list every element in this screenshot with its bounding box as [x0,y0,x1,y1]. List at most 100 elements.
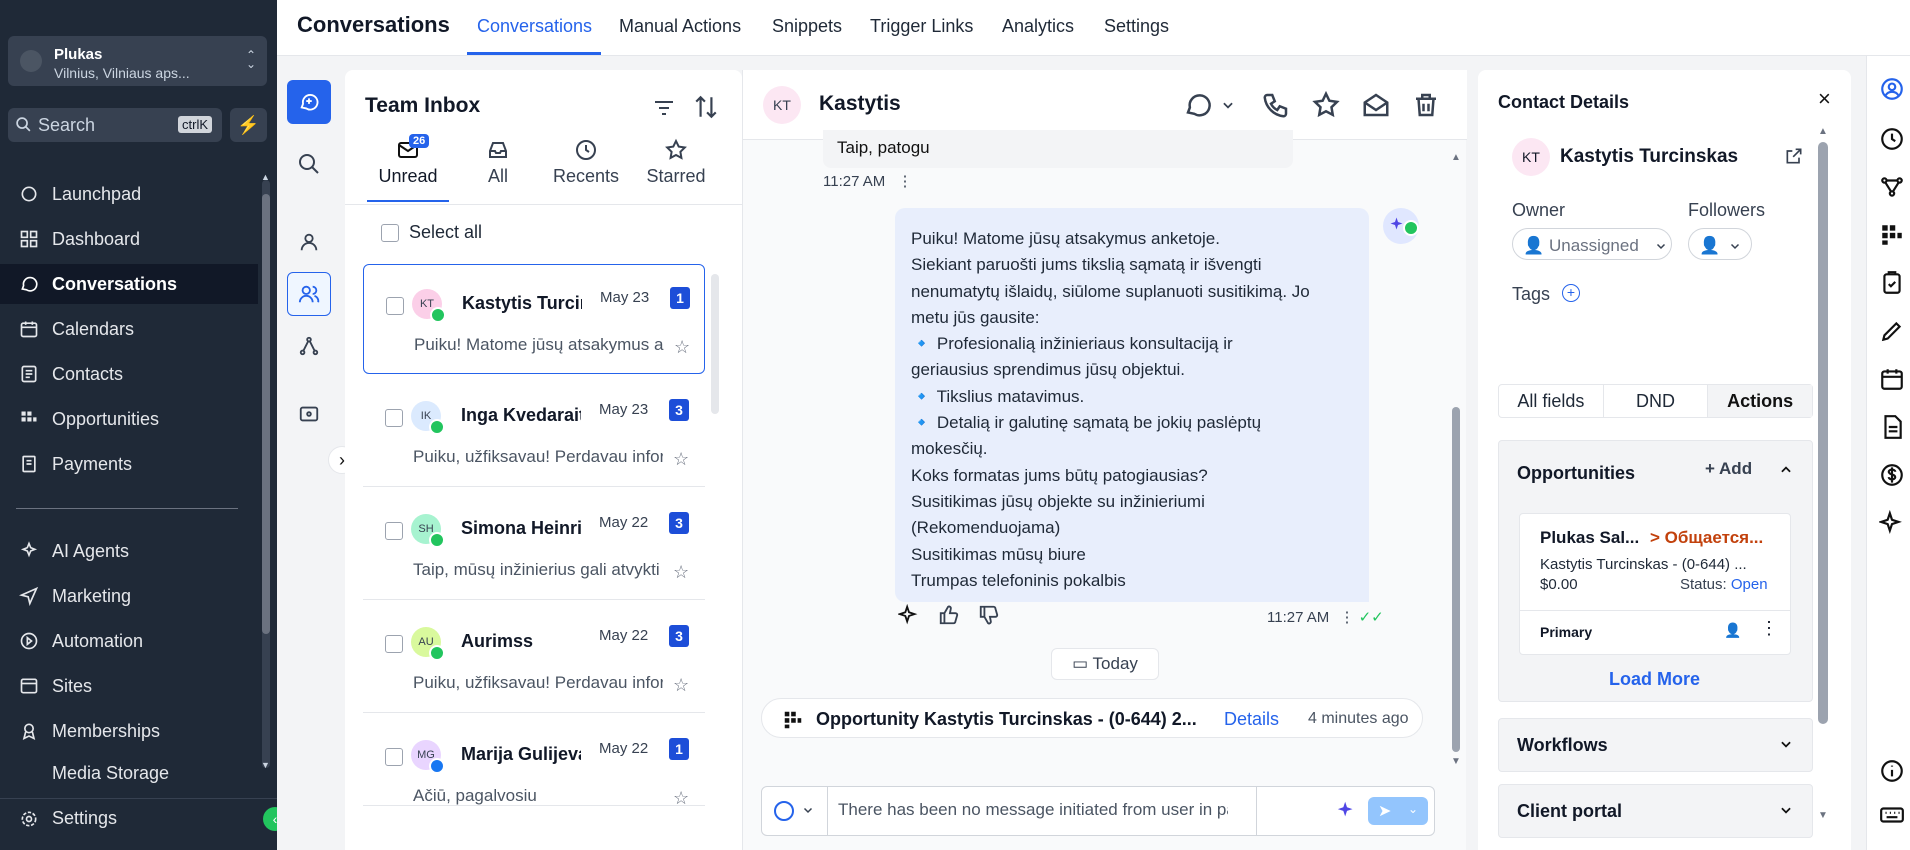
more-vertical-icon[interactable]: ⋮ [1760,618,1778,639]
document-icon[interactable] [1879,414,1905,445]
history-icon[interactable] [1879,126,1905,157]
chevron-down-icon[interactable] [1221,98,1235,117]
sidebar-item-contacts[interactable]: Contacts [0,354,258,394]
tab-all-fields[interactable]: All fields [1499,385,1604,417]
conversation-item[interactable]: AU Aurimss May 22 3 Puiku, užfiksavau! Perda… [363,603,705,713]
scroll-thumb[interactable] [262,194,270,634]
more-vertical-icon[interactable]: ⋮ [1339,609,1354,626]
chat-scrollbar[interactable]: ▲ ▼ [1449,152,1463,772]
star-icon[interactable] [1311,90,1341,125]
scroll-thumb[interactable] [1452,407,1460,752]
tab-actions[interactable]: Actions [1708,385,1813,417]
tab-conversations[interactable]: Conversations [477,16,592,37]
chat-bubble-icon[interactable] [1183,90,1213,125]
star-icon[interactable]: ☆ [673,675,689,696]
contact-scrollbar[interactable]: ▲ ▼ [1816,126,1830,826]
sidebar-search[interactable]: Search ctrlK [8,108,222,142]
scroll-down-icon[interactable]: ▼ [1451,756,1461,767]
star-icon[interactable]: ☆ [673,449,689,470]
channel-selector[interactable] [762,787,828,835]
sidebar-scrollbar[interactable]: ▲ ▼ [259,172,273,772]
sidebar-item-automation[interactable]: Automation [0,621,258,661]
sidebar-item-memberships[interactable]: Memberships [0,711,258,751]
thumbs-up-icon[interactable] [938,604,960,631]
sidebar-item-ai-agents[interactable]: AI Agents [0,531,258,571]
tab-starred[interactable]: Starred [635,138,717,202]
workflow-icon[interactable] [1879,174,1905,205]
user-icon[interactable] [287,220,331,264]
star-icon[interactable]: ☆ [674,337,690,358]
mail-open-icon[interactable] [1361,90,1391,125]
tab-trigger-links[interactable]: Trigger Links [870,16,973,37]
tab-analytics[interactable]: Analytics [1002,16,1074,37]
sort-icon[interactable] [693,94,719,125]
tab-snippets[interactable]: Snippets [772,16,842,37]
sidebar-item-conversations[interactable]: Conversations [0,264,258,304]
tab-settings[interactable]: Settings [1104,16,1169,37]
tab-dnd[interactable]: DND [1604,385,1709,417]
conversation-item[interactable]: SHSimona HeinrichMay 223Taip, mūsų inžin… [363,490,705,600]
chat-contact-name[interactable]: Kastytis [819,92,901,116]
sidebar-item-launchpad[interactable]: Launchpad [0,174,258,214]
sidebar-item-settings[interactable]: Settings [0,798,277,838]
pen-icon[interactable] [1879,318,1905,349]
scroll-down-icon[interactable]: ▼ [261,760,270,770]
conversation-checkbox[interactable] [385,748,403,766]
conversation-item[interactable]: IKInga KvedaraitėMay 233Puiku, užfiksava… [363,377,705,487]
chevron-up-icon[interactable] [1779,463,1793,480]
tab-all[interactable]: All [457,138,539,202]
phone-icon[interactable] [1261,90,1291,125]
conversation-item[interactable]: KTKastytis TurcinskasMay 231Puiku! Matom… [363,264,705,374]
client-portal-section[interactable]: Client portal [1498,784,1813,838]
sidebar-item-sites[interactable]: Sites [0,666,258,706]
ai-sparkle-icon[interactable] [1336,799,1358,826]
thumbs-down-icon[interactable] [978,604,1000,631]
team-icon[interactable] [287,272,331,316]
ai-sparkle-icon[interactable] [1877,509,1905,541]
network-icon[interactable] [287,324,331,368]
trash-icon[interactable] [1411,90,1441,125]
ai-sparkle-icon[interactable] [896,603,920,631]
star-icon[interactable]: ☆ [673,562,689,583]
remove-user-icon[interactable]: 👤 [1724,622,1741,639]
external-link-icon[interactable] [1784,146,1804,171]
more-vertical-icon[interactable]: ⋮ [897,173,912,190]
calendar-icon[interactable] [1879,366,1905,397]
inbox-scrollbar[interactable] [711,274,719,414]
tab-recents[interactable]: Recents [545,138,627,202]
sidebar-item-calendars[interactable]: Calendars [0,309,258,349]
load-more-button[interactable]: Load More [1609,669,1700,690]
add-opportunity-button[interactable]: + Add [1705,459,1752,479]
filter-icon[interactable] [651,96,677,125]
preview-icon[interactable] [287,392,331,436]
keyboard-icon[interactable] [1879,802,1905,833]
conversation-checkbox[interactable] [386,297,404,315]
compose-icon[interactable] [287,80,331,124]
scroll-down-icon[interactable]: ▼ [1818,810,1828,821]
owner-select[interactable]: 👤 Unassigned [1512,228,1672,260]
workflows-section[interactable]: Workflows [1498,718,1813,772]
conversation-item[interactable]: MG Marija Gulijeva May 22 1 Ačiū, pagalvosiu… [363,716,705,809]
account-switcher[interactable]: Plukas Vilnius, Vilniaus aps... ⌃ ⌄ [8,36,267,86]
message-input[interactable]: There has been no message initiated from… [838,800,1228,820]
tasks-icon[interactable] [1879,270,1905,301]
scroll-thumb[interactable] [1818,142,1828,724]
opportunity-card[interactable]: Plukas Sal... > Общается... Kastytis Tur… [1519,513,1791,655]
star-icon[interactable]: ☆ [673,788,689,809]
search-icon[interactable] [287,142,331,186]
sidebar-item-payments[interactable]: Payments [0,444,258,484]
send-button[interactable]: ➤ ⌄ [1368,797,1428,825]
sidebar-item-media-storage[interactable]: Media Storage [0,756,258,784]
sidebar-item-opportunities[interactable]: Opportunities [0,399,258,439]
bolt-icon[interactable]: ⚡ [230,108,267,142]
sidebar-item-dashboard[interactable]: Dashboard [0,219,258,259]
followers-select[interactable]: 👤 [1688,228,1752,260]
scroll-up-icon[interactable]: ▲ [1818,126,1828,137]
tab-manual-actions[interactable]: Manual Actions [619,16,741,37]
opportunities-icon[interactable] [1879,222,1905,253]
info-icon[interactable] [1879,758,1905,789]
details-link[interactable]: Details [1224,709,1279,730]
conversation-checkbox[interactable] [385,409,403,427]
close-icon[interactable]: × [1818,86,1831,112]
add-tag-icon[interactable]: + [1562,284,1580,302]
